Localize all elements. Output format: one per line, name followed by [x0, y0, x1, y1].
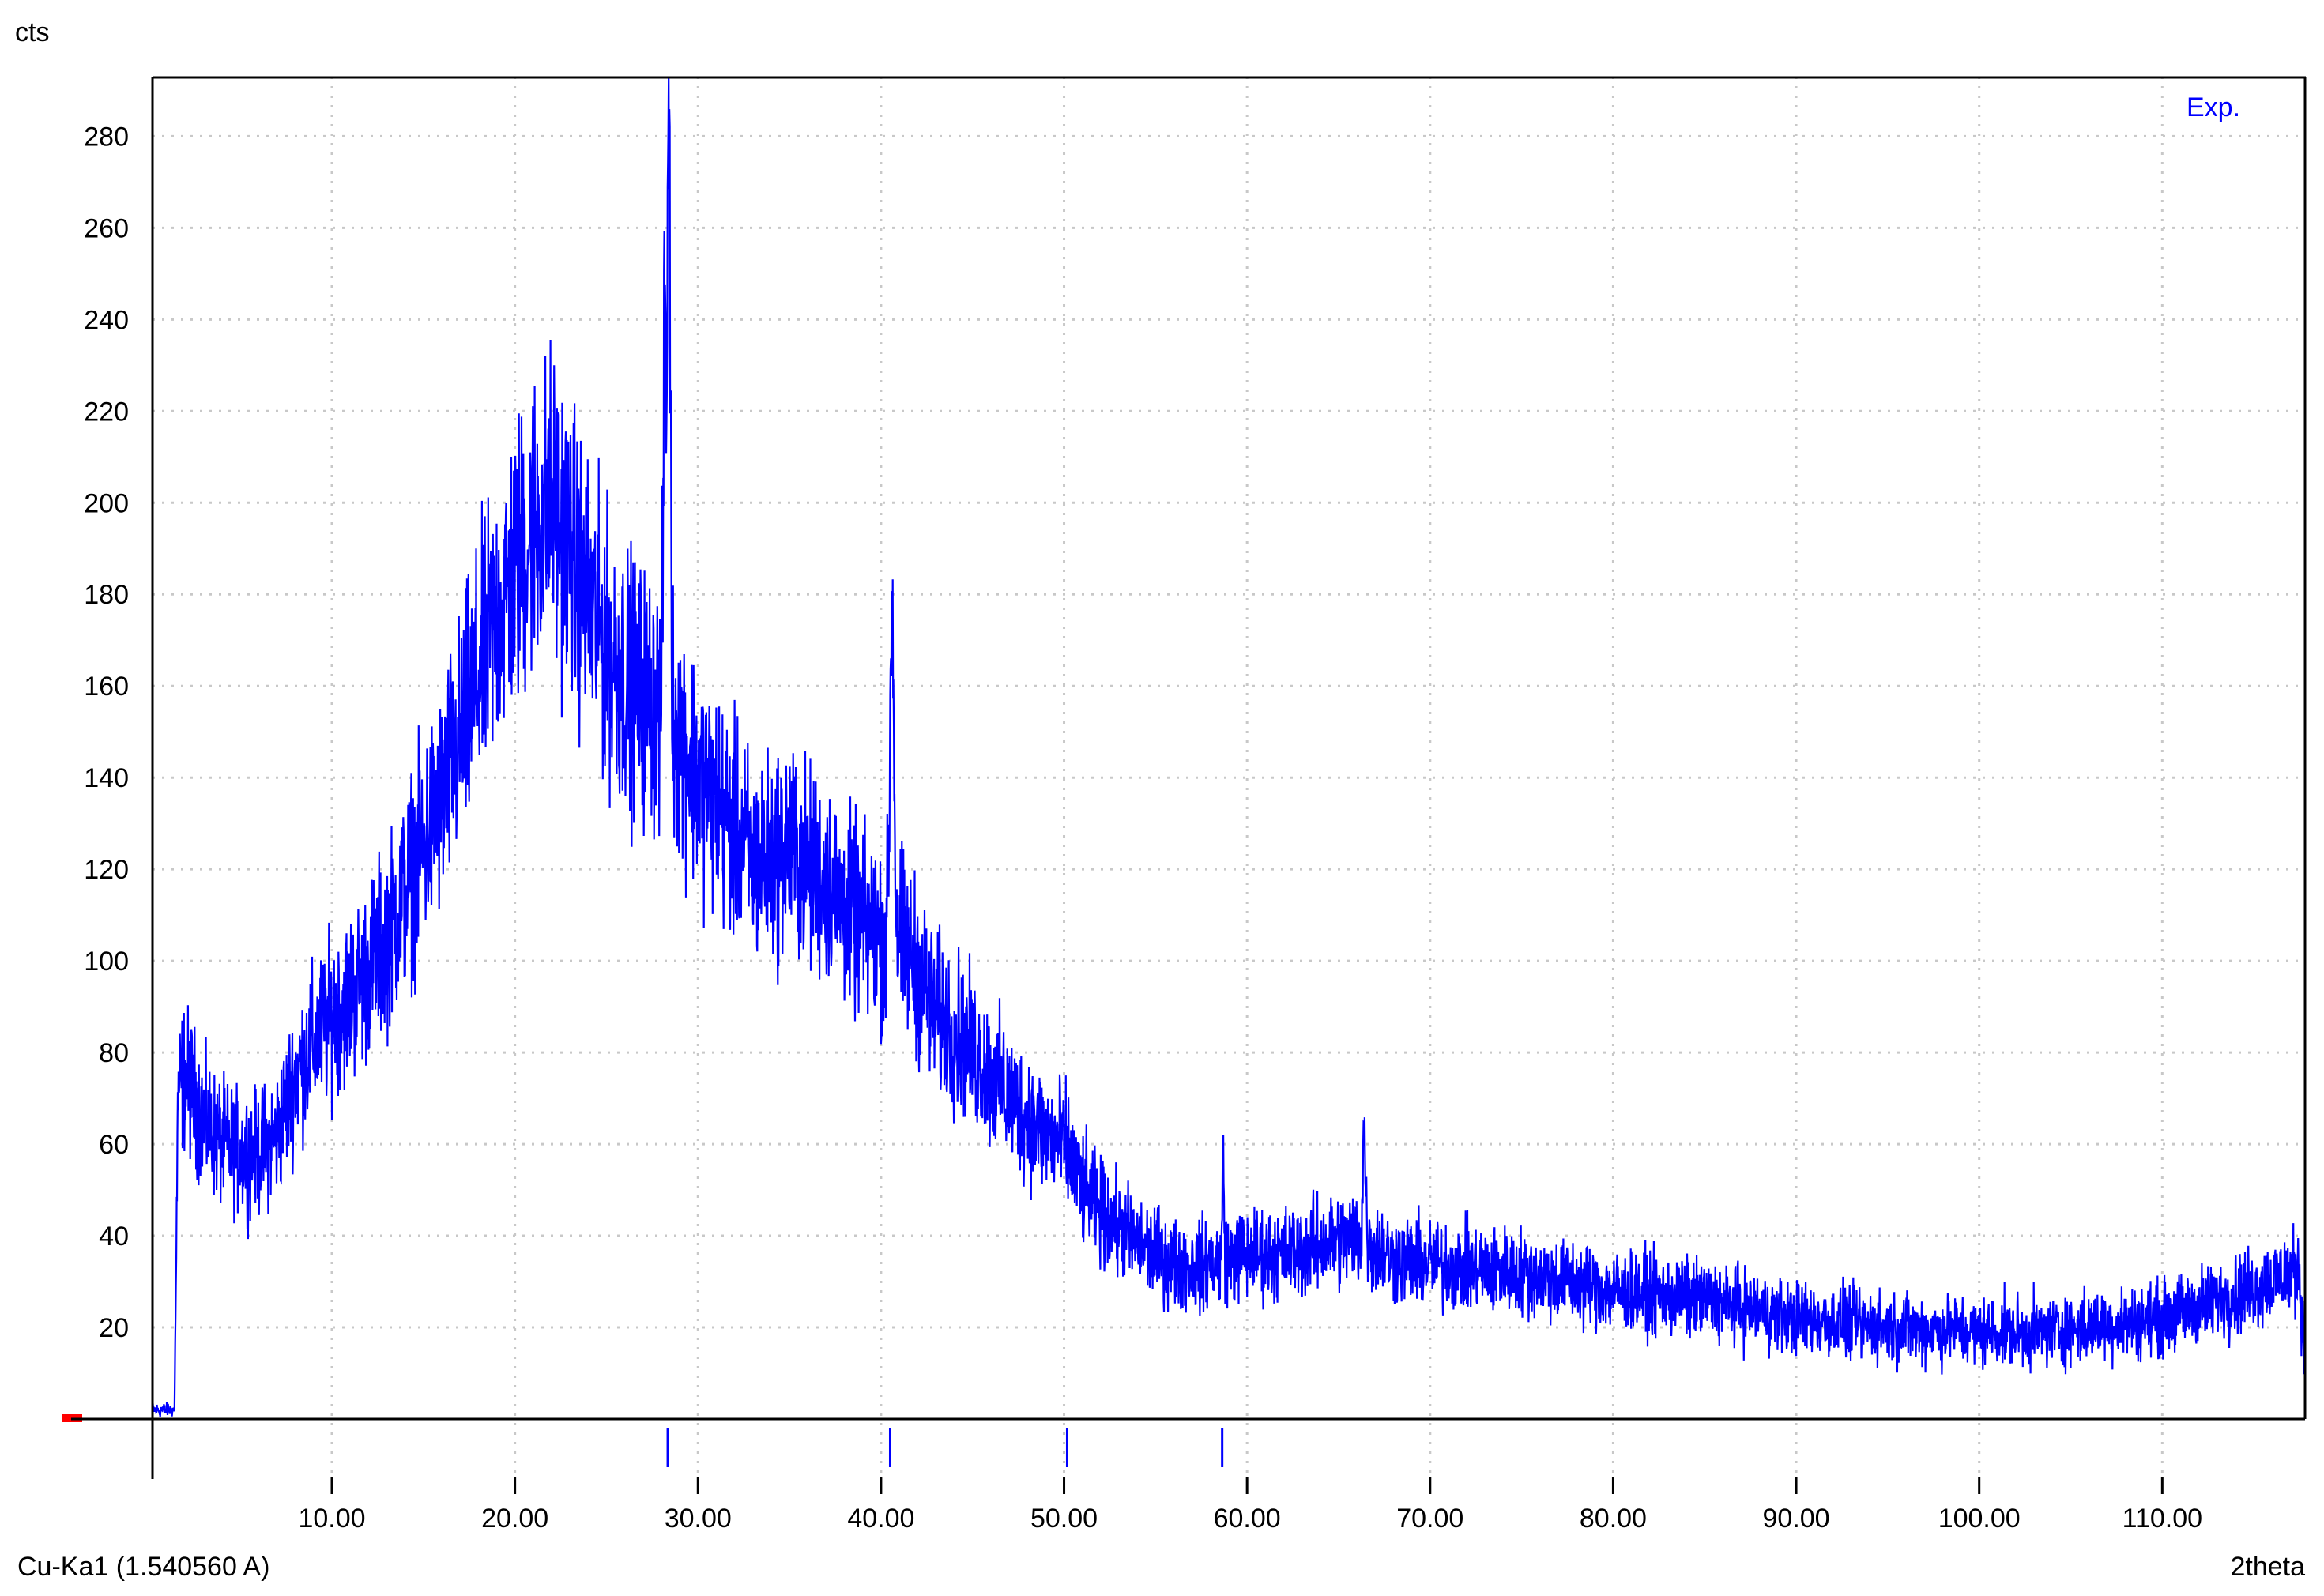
x-tick-label: 10.00 — [298, 1504, 365, 1534]
x-tick-label: 70.00 — [1396, 1504, 1463, 1534]
x-tick-label: 50.00 — [1030, 1504, 1098, 1534]
x-tick-label: 80.00 — [1580, 1504, 1647, 1534]
legend-entry-exp: Exp. — [2187, 92, 2240, 122]
y-tick-label: 180 — [84, 580, 129, 610]
series-line-exp — [151, 76, 2307, 1417]
y-tick-label: 120 — [84, 855, 129, 885]
x-axis-label: 2theta — [2230, 1552, 2305, 1582]
x-tick-label: 40.00 — [847, 1504, 914, 1534]
x-tick-label: 110.00 — [2122, 1504, 2202, 1534]
y-tick-label: 200 — [84, 488, 129, 518]
y-tick-label: 140 — [84, 763, 129, 793]
xrd-chart: 10.00 20.00 30.00 40.00 50.00 60.00 70.00 80.00… — [15, 17, 2307, 1582]
y-tick-label: 20 — [99, 1313, 129, 1343]
x-ticks: 10.00 20.00 30.00 40.00 50.00 60.00 70.00 80.00… — [298, 1477, 2202, 1534]
y-tick-label: 40 — [99, 1221, 129, 1252]
x-tick-label: 100.00 — [1938, 1504, 2021, 1534]
x-tick-label: 60.00 — [1214, 1504, 1281, 1534]
y-tick-label: 260 — [84, 213, 129, 243]
y-tick-label: 240 — [84, 305, 129, 335]
y-tick-label: 100 — [84, 947, 129, 977]
x-tick-label: 90.00 — [1763, 1504, 1830, 1534]
x-tick-label: 20.00 — [481, 1504, 548, 1534]
y-tick-label: 80 — [99, 1038, 129, 1068]
x-tick-label: 30.00 — [665, 1504, 732, 1534]
y-axis-label: cts — [15, 17, 49, 47]
y-tick-label: 60 — [99, 1130, 129, 1160]
y-tick-label: 160 — [84, 672, 129, 702]
reference-markers — [666, 1428, 1224, 1467]
wavelength-label: Cu-Ka1 (1.540560 A) — [17, 1552, 269, 1582]
y-ticks: 20 40 60 80 100 120 140 160 180 200 220 240 260 280 — [84, 122, 129, 1343]
y-tick-label: 220 — [84, 397, 129, 427]
y-tick-label: 280 — [84, 122, 129, 152]
